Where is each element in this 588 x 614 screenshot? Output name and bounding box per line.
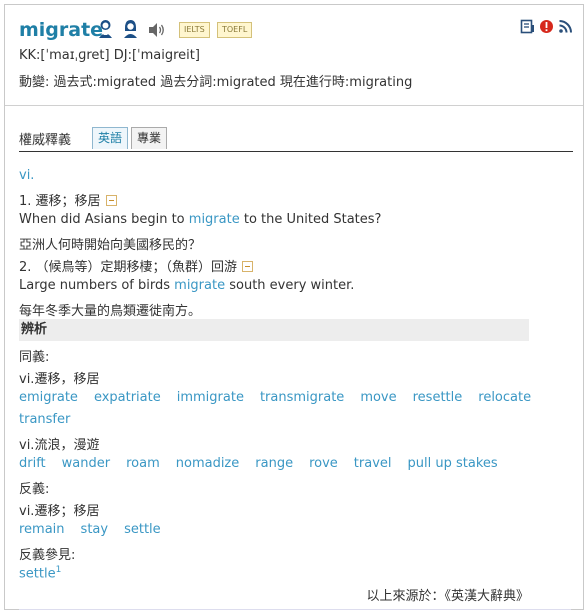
report-icon[interactable] [539,19,554,34]
synonym-link[interactable]: travel [354,456,392,471]
see-also-link[interactable]: settle1 [19,565,61,581]
sense-2-example: Large numbers of birds migrate south eve… [19,278,354,293]
antonym-link[interactable]: stay [81,522,109,537]
divider [19,609,571,610]
example-keyword-link[interactable]: migrate [174,278,225,293]
synonyms-label: 同義: [19,350,50,365]
antonym-group-label: vi.遷移；移居 [19,504,100,519]
entry-header: migrate IELTS TOEFL KK:[ˈmaɪˌɡret] DJ:[ˈ… [5,5,583,106]
part-of-speech: vi. [19,168,35,183]
sense-2-translation: 每年冬季大量的鳥類遷徙南方。 [19,304,202,319]
synonym-link[interactable]: nomadize [176,456,240,471]
antonyms-label: 反義: [19,482,50,497]
example-keyword-link[interactable]: migrate [189,212,240,227]
speaker-icon[interactable] [147,22,167,38]
sense-1-translation: 亞洲人何時開始向美國移民的？ [19,238,202,253]
sense-2: 2. （候鳥等）定期移棲；（魚群）回游 [19,256,254,275]
source-credit: 以上來源於：《英漢大辭典》 [366,589,529,604]
synonym-link[interactable]: roam [126,456,160,471]
synonym-link[interactable]: immigrate [177,390,244,405]
synonym-group-1-label: vi.遷移，移居 [19,372,100,387]
example-text: to the United States? [239,212,382,227]
example-text: When did Asians begin to [19,212,189,227]
synonym-link[interactable]: expatriate [94,390,161,405]
verb-forms: 動變: 過去式:migrated 過去分詞:migrated 現在進行時:mig… [19,75,413,90]
synonym-group-1-wrap: transfer [19,412,86,427]
analysis-title: 辨析 [21,322,48,337]
entry-tools [520,19,573,34]
synonym-link[interactable]: range [255,456,293,471]
see-also-label: 反義參見: [19,548,76,563]
example-text: south every winter. [225,278,355,293]
analysis-header: 辨析 [19,319,529,341]
synonym-group-2: drift wander roam nomadize range rove travel pu… [19,456,514,471]
tab-professional[interactable]: 專業 [131,127,168,149]
pronunciation: KK:[ˈmaɪˌɡret] DJ:[ˈmaigreit] [19,48,200,63]
wordbook-icon[interactable] [520,19,535,34]
synonym-link[interactable]: relocate [478,390,531,405]
synonym-link[interactable]: transmigrate [260,390,344,405]
toefl-tag[interactable]: TOEFL [217,22,253,38]
collapse-icon[interactable] [242,261,254,272]
synonym-group-2-label: vi.流浪，漫遊 [19,438,100,453]
see-also-word[interactable]: settle [19,566,56,581]
sense-1: 1. 遷移；移居 [19,190,117,209]
definition-tabs: 權威釋義 英語 專業 [19,127,573,152]
headword: migrate [19,19,104,41]
collapse-icon[interactable] [105,195,117,206]
antonym-link[interactable]: settle [124,522,161,537]
synonym-link[interactable]: wander [62,456,110,471]
antonym-group: remain stay settle [19,522,177,537]
antonym-link[interactable]: remain [19,522,65,537]
see-also-superscript: 1 [55,565,62,575]
dictionary-card: migrate IELTS TOEFL KK:[ˈmaɪˌɡret] DJ:[ˈ… [4,4,584,610]
example-text: Large numbers of birds [19,278,175,293]
sense-1-definition: 1. 遷移；移居 [19,194,101,209]
synonym-link[interactable]: emigrate [19,390,78,405]
section-title: 權威釋義 [19,133,72,148]
male-speaker-icon[interactable] [122,19,139,39]
synonym-link[interactable]: pull up stakes [408,456,498,471]
synonym-link[interactable]: rove [309,456,338,471]
synonym-link[interactable]: drift [19,456,46,471]
female-speaker-icon[interactable] [97,19,114,39]
synonym-link[interactable]: move [360,390,396,405]
sense-1-example: When did Asians begin to migrate to the … [19,212,381,227]
rss-icon[interactable] [558,19,573,34]
tab-english[interactable]: 英語 [92,127,129,149]
synonym-link[interactable]: transfer [19,412,70,427]
sense-2-definition: 2. （候鳥等）定期移棲；（魚群）回游 [19,260,238,275]
synonym-link[interactable]: resettle [413,390,463,405]
ielts-tag[interactable]: IELTS [179,22,210,38]
synonym-group-1: emigrate expatriate immigrate transmigrate m… [19,390,547,405]
